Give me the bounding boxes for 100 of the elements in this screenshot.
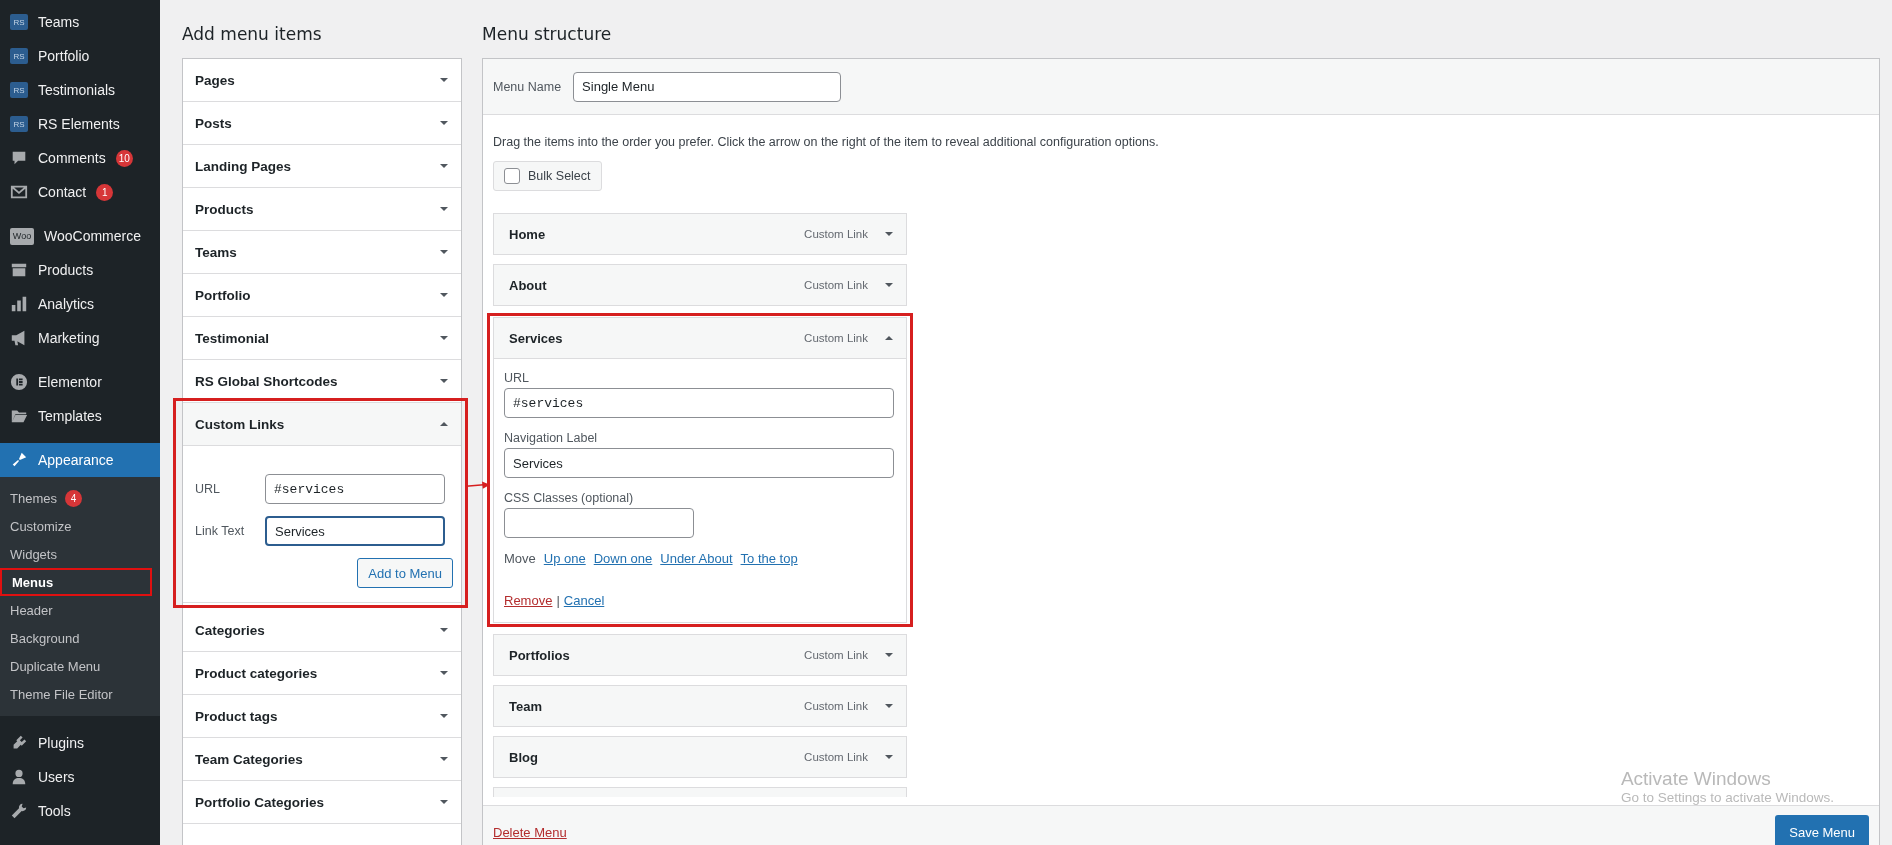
- item-type-label: Custom Link: [804, 700, 868, 712]
- sidebar-item[interactable]: Tools: [0, 794, 160, 828]
- menu-item[interactable]: Team Custom Link: [493, 685, 907, 727]
- sidebar-item[interactable]: Products: [0, 253, 160, 287]
- url-field[interactable]: #services: [504, 388, 894, 418]
- caret-icon[interactable]: [884, 229, 894, 239]
- mail-icon: [10, 183, 28, 201]
- sidebar-item[interactable]: Woo WooCommerce: [0, 219, 160, 253]
- activation-notice-text: Go to Settings to activate Windows.: [1620, 790, 1834, 805]
- cancel-link[interactable]: Cancel: [563, 593, 605, 608]
- caret-icon: [439, 247, 449, 257]
- move-label: Move: [504, 551, 536, 566]
- sidebar-item[interactable]: Appearance: [0, 443, 160, 477]
- sidebar-item[interactable]: Contact 1: [0, 175, 160, 209]
- field-label: Navigation Label: [504, 431, 598, 445]
- sidebar-item[interactable]: Analytics: [0, 287, 160, 321]
- delete-menu-link[interactable]: Delete Menu: [493, 824, 567, 840]
- move-link[interactable]: Down one: [593, 551, 653, 566]
- field-label: Link Text: [195, 524, 246, 538]
- submenu-item[interactable]: Themes 4: [0, 484, 152, 512]
- css-classes-field[interactable]: [504, 508, 694, 538]
- box-icon: [10, 261, 28, 279]
- caret-icon[interactable]: [884, 650, 894, 660]
- submenu-item[interactable]: Theme File Editor: [0, 680, 152, 708]
- bulk-select-button[interactable]: Bulk Select: [493, 161, 602, 191]
- caret-icon: [439, 797, 449, 807]
- url-field[interactable]: #services: [265, 474, 445, 504]
- menu-item-title: Home: [509, 226, 547, 242]
- accordion-header[interactable]: Custom Links: [183, 403, 461, 446]
- menu-item[interactable]: Portfolios Custom Link: [493, 634, 907, 676]
- bars-icon: [10, 295, 28, 313]
- caret-icon[interactable]: [884, 701, 894, 711]
- sidebar-item[interactable]: Templates: [0, 399, 160, 433]
- menu-item-title: Team: [509, 698, 543, 714]
- caret-icon: [439, 118, 449, 128]
- move-link[interactable]: To the top: [740, 551, 798, 566]
- sidebar-item[interactable]: RS RS Elements: [0, 107, 160, 141]
- caret-icon: [439, 711, 449, 721]
- count-badge: 10: [115, 149, 133, 167]
- caret-icon: [439, 754, 449, 764]
- field-label: URL: [504, 371, 529, 385]
- sidebar-item[interactable]: Marketing: [0, 321, 160, 355]
- remove-link[interactable]: Remove: [504, 593, 553, 608]
- submenu-item[interactable]: Header: [0, 596, 152, 624]
- caret-icon: [439, 290, 449, 300]
- separator: |: [556, 593, 560, 608]
- instructions-text: Drag the items into the order you prefer. Click the arrow on the right of the item to reveal additional configuration options.: [493, 135, 1160, 149]
- plugin-icon: RS: [10, 116, 28, 132]
- menu-item[interactable]: Blog Custom Link: [493, 736, 907, 778]
- caret-icon: [439, 668, 449, 678]
- sidebar-item[interactable]: Plugins: [0, 726, 160, 760]
- plugin-icon: RS: [10, 82, 28, 98]
- caret-icon[interactable]: [884, 333, 894, 343]
- menu-item[interactable]: Home Custom Link: [493, 213, 907, 255]
- item-type-label: Custom Link: [804, 279, 868, 291]
- arrow-drawing: [466, 481, 490, 490]
- sidebar-item[interactable]: Users: [0, 760, 160, 794]
- link-text-field[interactable]: Services: [265, 516, 445, 546]
- submenu-item[interactable]: Menus: [0, 568, 152, 596]
- plugin-icon: RS: [10, 14, 28, 30]
- user-icon: [10, 768, 28, 786]
- count-badge: 4: [64, 489, 82, 507]
- move-link[interactable]: Up one: [543, 551, 586, 566]
- caret-icon[interactable]: [884, 752, 894, 762]
- submenu-item[interactable]: Customize: [0, 512, 152, 540]
- menu-item-title: Portfolios: [509, 647, 571, 663]
- menu-item[interactable]: About Custom Link: [493, 264, 907, 306]
- menu-item-title: About: [509, 277, 548, 293]
- field-label: Menu Name: [493, 79, 562, 94]
- sidebar-item[interactable]: RS Testimonials: [0, 73, 160, 107]
- caret-icon: [439, 75, 449, 85]
- item-type-label: Custom Link: [804, 649, 868, 661]
- sidebar-item[interactable]: RS Teams: [0, 5, 160, 39]
- save-menu-button[interactable]: Save Menu: [1775, 815, 1869, 845]
- menu-item-header[interactable]: Services Custom Link: [494, 318, 906, 359]
- sidebar-item[interactable]: Comments 10: [0, 141, 160, 175]
- sidebar-item[interactable]: Elementor: [0, 365, 160, 399]
- activation-notice-title: Activate Windows: [1620, 768, 1772, 790]
- submenu-item[interactable]: Background: [0, 624, 152, 652]
- count-badge: 1: [96, 183, 114, 201]
- caret-icon: [439, 204, 449, 214]
- menu-name-field[interactable]: Single Menu: [573, 71, 842, 102]
- submenu-item[interactable]: Duplicate Menu: [0, 652, 152, 680]
- menu-item-title: Blog: [509, 749, 539, 765]
- add-to-menu-button[interactable]: Add to Menu: [357, 558, 453, 588]
- move-link[interactable]: Under About: [660, 551, 733, 566]
- submenu-item[interactable]: Widgets: [0, 540, 152, 568]
- item-type-label: Custom Link: [804, 751, 868, 763]
- item-type-label: Custom Link: [804, 332, 868, 344]
- checkbox[interactable]: [504, 168, 520, 184]
- caret-icon[interactable]: [884, 280, 894, 290]
- wrench-icon: [10, 802, 28, 820]
- section-title: Add menu items: [182, 24, 323, 44]
- caret-icon: [439, 625, 449, 635]
- field-label: CSS Classes (optional): [504, 491, 634, 505]
- menu-item-title: Services: [509, 330, 564, 346]
- navigation-label-field[interactable]: Services: [504, 448, 894, 478]
- field-label: URL: [195, 482, 221, 496]
- section-title: Menu structure: [482, 24, 613, 44]
- sidebar-item[interactable]: RS Portfolio: [0, 39, 160, 73]
